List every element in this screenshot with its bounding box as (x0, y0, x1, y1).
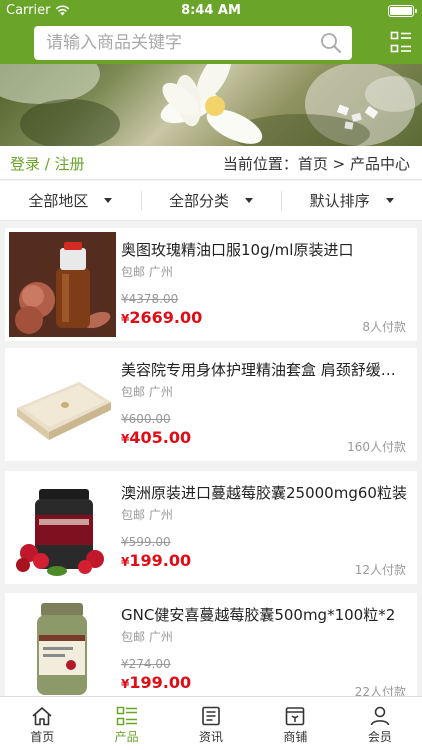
filter-category-label: 全部分类 (169, 192, 230, 210)
search-icon[interactable] (320, 32, 342, 54)
product-shipping: 包邮 广州 (121, 630, 173, 644)
tab-news[interactable]: 资讯 (169, 697, 253, 750)
filter-sort[interactable]: 默认排序 (281, 181, 422, 220)
product-old-price: ¥274.00 (121, 657, 171, 671)
product-title[interactable]: 奥图玫瑰精油口服10g/ml原装进口 (121, 239, 407, 260)
list-icon (116, 706, 137, 726)
banner-image (0, 64, 422, 146)
product-card[interactable]: 澳洲原装进口蔓越莓胶囊25000mg60粒装 包邮 广州 ¥599.00 ¥19… (5, 471, 417, 584)
product-title[interactable]: GNC健安喜蔓越莓胶囊500mg*100粒*2 (121, 604, 407, 625)
product-card[interactable]: GNC健安喜蔓越莓胶囊500mg*100粒*2 包邮 广州 ¥274.00 ¥1… (5, 593, 417, 696)
product-price: ¥199.00 (121, 673, 191, 692)
product-list: 奥图玫瑰精油口服10g/ml原装进口 包邮 广州 ¥4378.00 ¥2669.… (0, 221, 422, 696)
tab-products[interactable]: 产品 (84, 697, 168, 750)
news-icon (202, 706, 220, 726)
product-sold-count: 8人付款 (362, 320, 406, 334)
tab-store-label: 商铺 (283, 730, 308, 744)
product-old-price: ¥4378.00 (121, 292, 179, 306)
product-shipping: 包邮 广州 (121, 508, 173, 522)
tab-news-label: 资讯 (199, 730, 224, 744)
breadcrumb: 当前位置：首页 > 产品中心 (222, 155, 410, 173)
search-input[interactable] (34, 26, 304, 60)
auth-links: 登录 / 注册 (10, 153, 85, 174)
tab-home[interactable]: 首页 (0, 697, 84, 750)
status-time: 8:44 AM (181, 3, 241, 18)
product-sold-count: 12人付款 (354, 563, 406, 577)
product-title[interactable]: 澳洲原装进口蔓越莓胶囊25000mg60粒装 (121, 482, 407, 503)
battery-icon (388, 5, 417, 17)
product-shipping: 包邮 广州 (121, 385, 173, 399)
caret-down-icon (385, 198, 394, 203)
product-price: ¥199.00 (121, 551, 191, 570)
promo-banner[interactable] (0, 64, 422, 146)
product-shipping: 包邮 广州 (121, 265, 173, 279)
search-box[interactable] (34, 26, 352, 60)
filter-category[interactable]: 全部分类 (140, 181, 282, 220)
status-bar: Carrier 8:44 AM (0, 0, 422, 22)
filter-bar: 全部地区 全部分类 默认排序 (0, 181, 422, 221)
product-image[interactable] (9, 597, 116, 696)
store-icon (286, 707, 305, 726)
product-image[interactable] (9, 352, 116, 457)
login-link[interactable]: 登录 (10, 155, 40, 173)
product-title[interactable]: 美容院专用身体护理精油套盒 肩颈舒缓精油 (121, 359, 407, 380)
bottom-tab-bar: 首页 产品 资讯 商铺 会员 (0, 696, 422, 750)
filter-region[interactable]: 全部地区 (0, 181, 141, 220)
price-value: 199.00 (129, 673, 192, 692)
tab-products-label: 产品 (114, 730, 139, 744)
filter-region-label: 全部地区 (28, 192, 89, 210)
product-price: ¥2669.00 (121, 308, 202, 327)
register-link[interactable]: 注册 (55, 155, 85, 173)
product-price: ¥405.00 (121, 428, 191, 447)
price-value: 405.00 (129, 428, 192, 447)
home-icon (32, 707, 52, 726)
user-icon (370, 706, 390, 726)
product-sold-count: 160人付款 (347, 440, 406, 454)
caret-down-icon (245, 198, 254, 203)
product-card[interactable]: 奥图玫瑰精油口服10g/ml原装进口 包邮 广州 ¥4378.00 ¥2669.… (5, 228, 417, 341)
filter-sort-label: 默认排序 (309, 192, 370, 210)
category-menu-icon[interactable] (390, 31, 412, 53)
product-old-price: ¥600.00 (121, 412, 171, 426)
product-card[interactable]: 美容院专用身体护理精油套盒 肩颈舒缓精油 包邮 广州 ¥600.00 ¥405.… (5, 348, 417, 461)
caret-down-icon (104, 198, 113, 203)
product-sold-count: 22人付款 (354, 685, 406, 696)
product-image[interactable] (9, 232, 116, 337)
top-nav (0, 22, 422, 64)
tab-store[interactable]: 商铺 (253, 697, 337, 750)
tab-member[interactable]: 会员 (338, 697, 422, 750)
tab-home-label: 首页 (30, 730, 55, 744)
product-image[interactable] (9, 475, 116, 580)
product-old-price: ¥599.00 (121, 535, 171, 549)
auth-separator: / (40, 155, 55, 173)
tab-member-label: 会员 (367, 730, 392, 744)
location-bar: 登录 / 注册 当前位置：首页 > 产品中心 (0, 146, 422, 180)
price-value: 2669.00 (129, 308, 203, 327)
price-value: 199.00 (129, 551, 192, 570)
